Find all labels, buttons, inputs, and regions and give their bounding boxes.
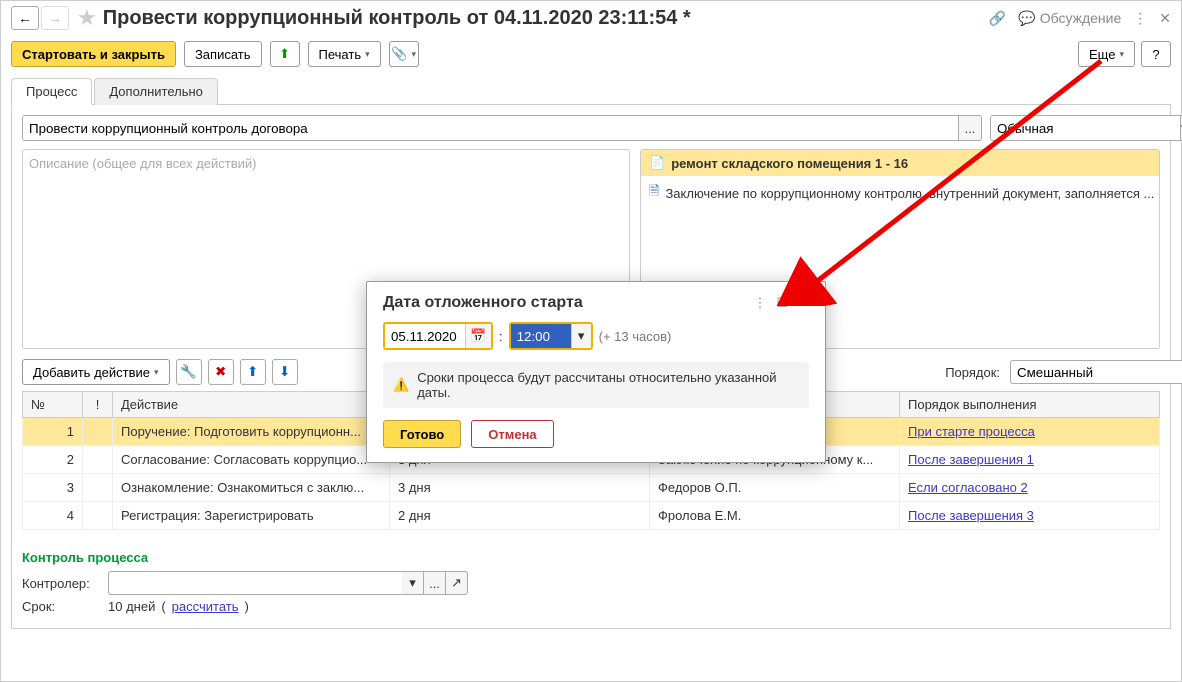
controller-open-button[interactable]: ↗ [446,571,468,595]
controller-label: Контролер: [22,576,102,591]
col-excl: ! [83,392,113,418]
move-down-icon[interactable]: ⬇ [272,359,298,385]
attachment-item[interactable]: 🗎 Заключение по коррупционному контролю,… [641,176,1159,210]
delete-icon[interactable]: ✖ [208,359,234,385]
col-order: Порядок выполнения [900,392,1160,418]
favorite-star-icon[interactable]: ★ [77,5,97,31]
term-label: Срок: [22,599,102,614]
priority-select[interactable] [990,115,1180,141]
controller-lookup-button[interactable]: ... [424,571,446,595]
dialog-date-input[interactable] [385,324,465,348]
subject-input[interactable] [22,115,958,141]
table-row[interactable]: 3Ознакомление: Ознакомиться с заклю...3 … [23,474,1160,502]
deferred-start-dialog: Дата отложенного старта ⋮ ☐ ✕ 📅 : ▾ (+ 1… [366,281,826,463]
controller-dropdown-icon[interactable]: ▾ [402,571,424,595]
dialog-ok-button[interactable]: Готово [383,420,461,448]
link-icon[interactable]: 🔗 [989,10,1006,27]
tab-extra[interactable]: Дополнительно [94,78,218,105]
dialog-hint: (+ 13 часов) [599,329,672,344]
send-button[interactable]: ⬆ [270,41,300,67]
order-label: Порядок: [945,365,1000,380]
dialog-close-icon[interactable]: ✕ [798,295,809,311]
nav-forward-button: → [41,6,69,30]
dialog-more-icon[interactable]: ⋮ [753,295,766,311]
controller-input[interactable] [108,571,402,595]
time-dropdown-icon[interactable]: ▾ [571,324,591,348]
attach-button[interactable]: 📎▾ [389,41,419,67]
document-icon: 🗎 [649,182,659,204]
table-row[interactable]: 4Регистрация: Зарегистрировать2 дняФроло… [23,502,1160,530]
more-button[interactable]: Еще ▾ [1078,41,1135,67]
warning-icon: ⚠️ [393,377,409,393]
dialog-warning: ⚠️ Сроки процесса будут рассчитаны относ… [383,362,809,408]
order-link[interactable]: Если согласовано 2 [908,480,1028,495]
term-value: 10 дней [108,599,155,614]
dialog-title: Дата отложенного старта [383,294,583,312]
start-close-button[interactable]: Стартовать и закрыть [11,41,176,67]
dialog-cancel-button[interactable]: Отмена [471,420,553,448]
calendar-icon[interactable]: 📅 [465,324,491,348]
help-button[interactable]: ? [1141,41,1171,67]
settings-icon[interactable]: 🔧 [176,359,202,385]
control-section-title: Контроль процесса [22,550,1160,565]
order-select[interactable] [1010,360,1182,384]
print-button[interactable]: Печать▾ [308,41,381,67]
order-link[interactable]: После завершения 1 [908,452,1034,467]
subject-lookup-button[interactable]: ... [958,115,982,141]
nav-back-button[interactable]: ← [11,6,39,30]
save-button[interactable]: Записать [184,41,262,67]
col-action: Действие [113,392,390,418]
attachment-header[interactable]: 📄 ремонт складского помещения 1 - 16 [641,150,1159,176]
discuss-link[interactable]: 💬 Обсуждение [1018,10,1121,27]
folder-icon: 📄 [649,155,665,171]
add-action-button[interactable]: Добавить действие ▾ [22,359,170,385]
order-link[interactable]: После завершения 3 [908,508,1034,523]
dialog-maximize-icon[interactable]: ☐ [776,295,788,311]
order-link[interactable]: При старте процесса [908,424,1035,439]
close-icon[interactable]: ✕ [1159,10,1171,27]
tab-process[interactable]: Процесс [11,78,92,105]
dialog-time-input[interactable] [511,324,571,348]
col-num: № [23,392,83,418]
move-up-icon[interactable]: ⬆ [240,359,266,385]
header-more-icon[interactable]: ⋮ [1133,10,1147,27]
page-title: Провести коррупционный контроль от 04.11… [103,7,691,30]
term-calc-link[interactable]: рассчитать [172,599,239,614]
